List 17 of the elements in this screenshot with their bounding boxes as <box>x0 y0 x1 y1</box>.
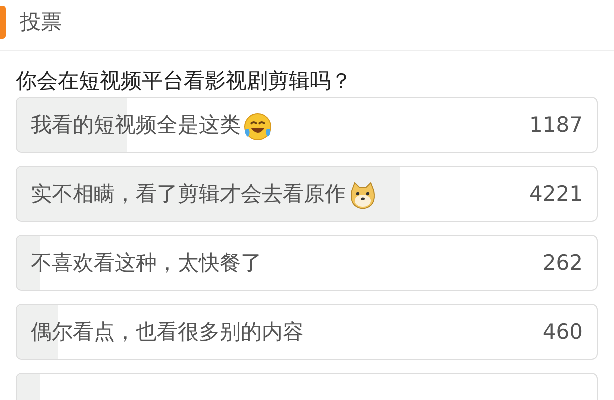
option-label: 偶尔看点，也看很多别的内容 <box>31 319 304 346</box>
vote-count: 460 <box>542 320 583 344</box>
vote-count: 262 <box>542 251 583 275</box>
vote-count: 4221 <box>530 182 583 206</box>
option-label: 我看的短视频全是这类 <box>31 112 241 139</box>
poll-option[interactable]: 偶尔看点，也看很多别的内容 460 <box>16 304 598 360</box>
poll-option[interactable]: 我看的短视频全是这类 1187 <box>16 97 598 153</box>
option-label: 实不相瞒，看了剪辑才会去看原作 <box>31 181 346 208</box>
poll-option[interactable]: 实不相瞒，看了剪辑才会去看原作 4221 <box>16 166 598 222</box>
laughing-face-icon <box>243 112 273 142</box>
section-title: 投票 <box>20 9 62 36</box>
vote-count: 1187 <box>530 113 583 137</box>
poll-question: 你会在短视频平台看影视剧剪辑吗？ <box>15 68 353 95</box>
option-label: 不喜欢看这种，太快餐了 <box>31 250 262 277</box>
accent-bar <box>0 6 6 39</box>
dog-face-icon <box>348 181 378 211</box>
poll-option[interactable]: 不喜欢看这种，太快餐了 262 <box>16 235 598 291</box>
